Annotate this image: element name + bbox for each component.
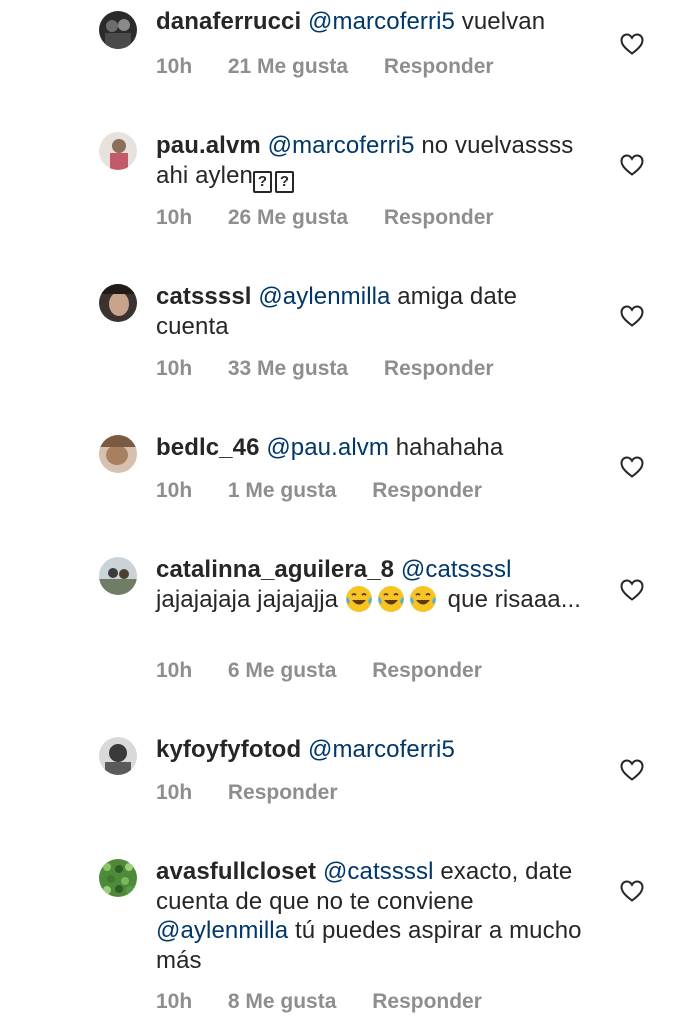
comment-meta: 10h 8 Me gusta Responder: [156, 990, 482, 1014]
comment-text: danaferrucci @marcoferri5 vuelvan: [156, 7, 596, 37]
mention-link[interactable]: @aylenmilla: [258, 283, 390, 310]
username[interactable]: danaferrucci: [156, 8, 301, 35]
username[interactable]: catssssl: [156, 283, 252, 310]
likes-count[interactable]: 8 Me gusta: [228, 990, 337, 1014]
timestamp: 10h: [156, 55, 193, 78]
reply-button[interactable]: Responder: [372, 659, 482, 683]
reply-button[interactable]: Responder: [372, 479, 482, 503]
heart-icon[interactable]: [620, 456, 644, 478]
likes-count[interactable]: 33 Me gusta: [228, 357, 348, 381]
heart-icon[interactable]: [620, 759, 644, 781]
comment-text: catssssl @aylenmilla amiga date cuenta: [156, 282, 596, 341]
comment-text: kyfoyfyfotod @marcoferri5: [156, 735, 596, 765]
likes-count[interactable]: 26 Me gusta: [228, 206, 348, 230]
reply-button[interactable]: Responder: [228, 781, 338, 805]
tears-of-joy-emoji-icon: [409, 585, 437, 613]
avatar[interactable]: [99, 11, 137, 49]
reply-button[interactable]: Responder: [372, 990, 482, 1014]
timestamp: 10h: [156, 781, 193, 804]
username[interactable]: kyfoyfyfotod: [156, 736, 301, 763]
comment-body-continued: que risaaa...: [440, 585, 582, 613]
mention-link[interactable]: @catssssl: [323, 858, 434, 885]
comment-meta: 10h 21 Me gusta Responder: [156, 55, 494, 79]
timestamp: 10h: [156, 479, 193, 502]
reply-button[interactable]: Responder: [384, 357, 494, 381]
avatar[interactable]: [99, 557, 137, 595]
mention-link[interactable]: @aylenmilla: [156, 917, 288, 944]
likes-count[interactable]: 21 Me gusta: [228, 55, 348, 79]
comment-text: catalinna_aguilera_8 @catssssl jajajajaj…: [156, 555, 596, 614]
heart-icon[interactable]: [620, 33, 644, 55]
comment-body: jajajajaja jajajajja: [156, 585, 339, 613]
avatar[interactable]: [99, 737, 137, 775]
reply-button[interactable]: Responder: [384, 206, 494, 230]
likes-count[interactable]: 6 Me gusta: [228, 659, 337, 683]
username[interactable]: avasfullcloset: [156, 858, 316, 885]
avatar[interactable]: [99, 435, 137, 473]
avatar[interactable]: [99, 132, 137, 170]
comment-text: pau.alvm @marcoferri5 no vuelvassss ahi …: [156, 131, 596, 193]
username[interactable]: catalinna_aguilera_8: [156, 556, 394, 583]
mention-link[interactable]: @marcoferri5: [308, 8, 455, 35]
comment-body: hahahaha: [388, 434, 504, 461]
likes-count[interactable]: 1 Me gusta: [228, 479, 337, 503]
comment-body: vuelvan: [454, 8, 546, 35]
timestamp: 10h: [156, 206, 193, 229]
comment-meta: 10h 6 Me gusta Responder: [156, 659, 482, 683]
avatar[interactable]: [99, 859, 137, 897]
mention-link[interactable]: @catssssl: [401, 556, 512, 583]
tears-of-joy-emoji-icon: [345, 585, 373, 613]
heart-icon[interactable]: [620, 880, 644, 902]
unsupported-glyph: ?: [252, 170, 272, 193]
username[interactable]: pau.alvm: [156, 132, 261, 159]
comment-meta: 10h 33 Me gusta Responder: [156, 357, 494, 381]
comment-meta: 10h 26 Me gusta Responder: [156, 206, 494, 230]
reply-button[interactable]: Responder: [384, 55, 494, 79]
avatar[interactable]: [99, 284, 137, 322]
comment-meta: 10h 1 Me gusta Responder: [156, 479, 482, 503]
mention-link[interactable]: @marcoferri5: [268, 132, 415, 159]
comment-meta: 10h Responder: [156, 781, 338, 805]
timestamp: 10h: [156, 659, 193, 682]
heart-icon[interactable]: [620, 305, 644, 327]
tears-of-joy-emoji-icon: [377, 585, 405, 613]
heart-icon[interactable]: [620, 579, 644, 601]
comment-text: avasfullcloset @catssssl exacto, date cu…: [156, 857, 596, 975]
timestamp: 10h: [156, 357, 193, 380]
username[interactable]: bedlc_46: [156, 434, 260, 461]
timestamp: 10h: [156, 990, 193, 1013]
mention-link[interactable]: @marcoferri5: [308, 736, 455, 763]
unsupported-glyph: ?: [274, 170, 294, 193]
heart-icon[interactable]: [620, 154, 644, 176]
mention-link[interactable]: @pau.alvm: [266, 434, 389, 461]
comment-text: bedlc_46 @pau.alvm hahahaha: [156, 433, 596, 463]
